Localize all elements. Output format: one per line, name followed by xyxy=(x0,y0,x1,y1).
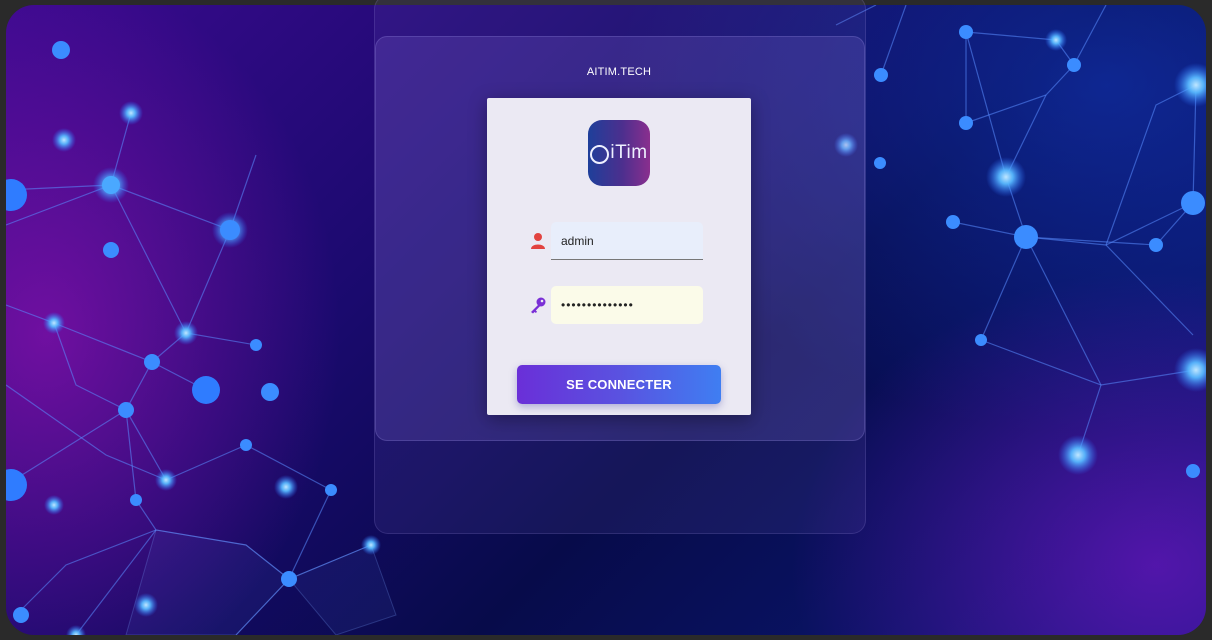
key-icon xyxy=(531,297,546,314)
login-card: iTim SE CONNECTER xyxy=(487,98,751,415)
logo-text: iTim xyxy=(610,142,648,163)
login-button[interactable]: SE CONNECTER xyxy=(517,365,721,404)
site-title: AITIM.TECH xyxy=(586,66,652,78)
user-icon xyxy=(531,233,545,249)
password-input[interactable] xyxy=(551,286,703,324)
username-row xyxy=(529,222,709,262)
password-row xyxy=(529,286,709,326)
username-input[interactable] xyxy=(551,222,703,260)
aitim-logo: iTim xyxy=(588,120,650,186)
logo-a-mark xyxy=(590,144,610,164)
